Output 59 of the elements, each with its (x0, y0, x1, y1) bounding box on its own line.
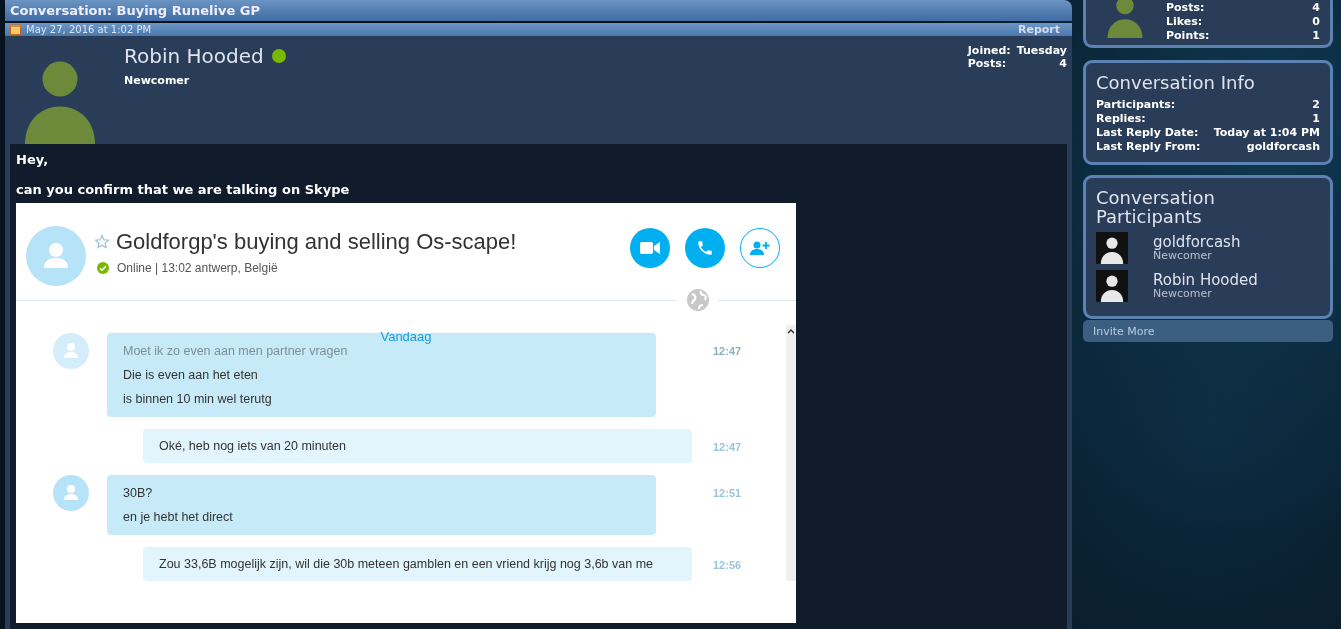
message-time: 12:47 (713, 344, 742, 357)
participant-rank: Newcomer (1153, 250, 1212, 262)
message-text: can you confirm that we are talking on Skype (16, 182, 351, 197)
post-date: May 27, 2016 at 1:02 PM (26, 24, 152, 35)
info-value: goldforcash (1245, 140, 1320, 154)
contact-name: Goldforgp's buying and selling Os-scape! (116, 229, 517, 255)
call-button[interactable] (685, 228, 725, 268)
check-icon (97, 262, 109, 274)
card-title: Conversation Info (1096, 73, 1256, 92)
info-value: 0 (1312, 15, 1320, 29)
video-call-button[interactable] (630, 228, 670, 268)
info-label: Points: (1166, 29, 1211, 43)
stat-label: Posts: (967, 57, 1008, 70)
stat-label: Joined: (967, 44, 1011, 57)
info-label: Last Reply Date: (1096, 126, 1200, 140)
note-icon (10, 24, 21, 35)
info-value: 1 (1312, 29, 1320, 43)
info-label: Posts: (1166, 1, 1206, 15)
info-label: Participants: (1096, 98, 1177, 112)
info-value: Today at 1:04 PM (1213, 126, 1320, 140)
chat-message: Oké, heb nog iets van 20 minuten (159, 438, 347, 455)
participant-rank: Newcomer (1153, 288, 1213, 300)
info-label: Last Reply From: (1096, 140, 1202, 154)
participant-name[interactable]: goldforcash (1153, 234, 1241, 250)
message-time: 12:56 (713, 558, 742, 571)
info-label: Likes: (1166, 15, 1204, 29)
info-value: 1 (1311, 112, 1320, 126)
message-time: 12:51 (713, 486, 742, 499)
phone-icon (696, 239, 714, 257)
add-person-icon (750, 240, 770, 256)
invite-more-button[interactable]: Invite More (1083, 320, 1333, 342)
author-name[interactable]: Robin Hooded (124, 44, 264, 68)
author-rank: Newcomer (124, 74, 191, 87)
scrollbar[interactable] (786, 325, 796, 581)
contact-status: Online | 13:02 antwerp, België (117, 261, 278, 275)
chat-message: Die is even aan het eten (123, 367, 259, 384)
info-value: 4 (1312, 1, 1320, 15)
avatar-icon (1096, 232, 1128, 264)
info-value: 2 (1311, 98, 1320, 112)
chat-message: Zou 33,6B mogelijk zijn, wil die 30b meteen gamblen en een vriend krijg nog 3,6b van me (159, 556, 655, 573)
chat-message: 30B? (123, 485, 154, 502)
stat-value: Tuesday (1016, 44, 1067, 57)
chat-message: is binnen 10 min wel terutg (123, 391, 273, 408)
chat-message: Moet ik zo even aan men partner vragen (123, 343, 349, 360)
card-title: Conversation Participants (1096, 188, 1216, 226)
star-icon[interactable] (94, 234, 110, 250)
stat-value: 4 (1058, 57, 1067, 70)
add-contact-button[interactable] (740, 228, 780, 268)
conversation-title: Conversation: Buying Runelive GP (5, 0, 1072, 21)
chat-message: en je hebt het direct (123, 509, 234, 526)
contact-avatar-icon (26, 226, 86, 286)
scroll-up-icon[interactable] (787, 328, 795, 334)
video-camera-icon (640, 241, 660, 255)
day-label: Vandaag (380, 329, 432, 344)
info-label: Replies: (1096, 112, 1147, 126)
avatar-icon (1096, 270, 1128, 302)
message-time: 12:47 (713, 440, 742, 453)
participant-name[interactable]: Robin Hooded (1153, 272, 1258, 288)
message-text: Hey, (16, 152, 50, 167)
